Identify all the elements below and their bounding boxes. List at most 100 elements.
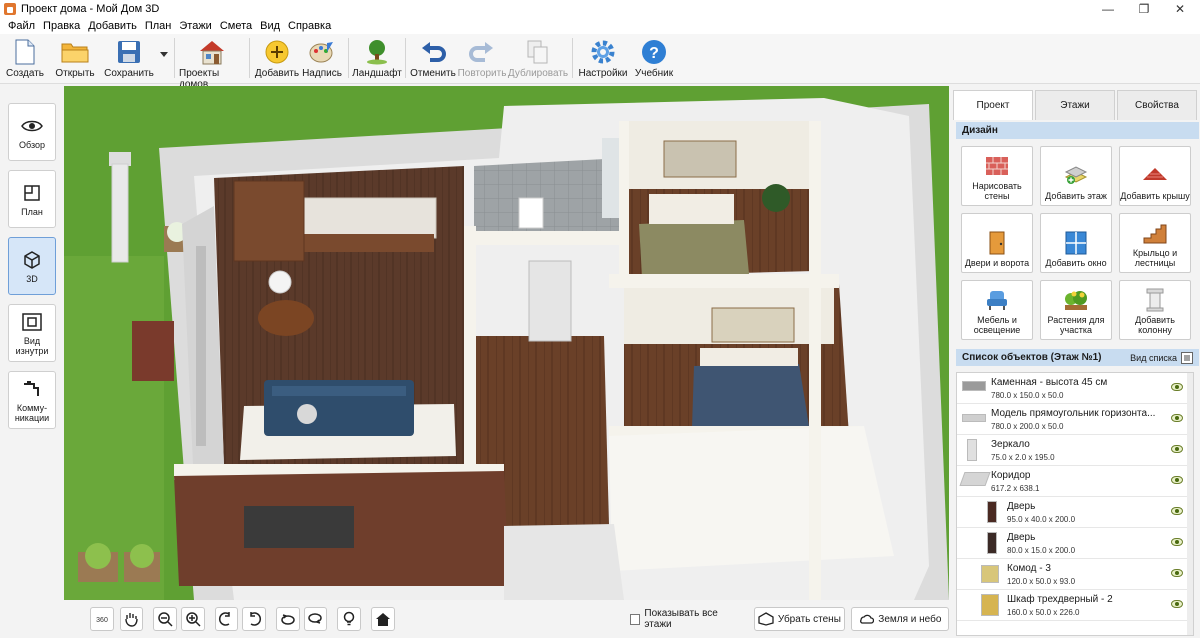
visibility-eye-icon[interactable] — [1171, 476, 1183, 484]
svg-text:?: ? — [649, 45, 659, 62]
inside-view-button[interactable]: Вид изнутри — [8, 304, 56, 362]
model-rectangle-icon — [962, 414, 986, 422]
tab-project[interactable]: Проект — [953, 90, 1033, 120]
furniture-lighting-button[interactable]: Мебель и освещение — [961, 280, 1033, 340]
wardrobe-icon — [981, 594, 999, 616]
plan-button[interactable]: План — [8, 170, 56, 228]
house-3d-render — [64, 86, 949, 600]
earth-sky-button[interactable]: Земля и небо — [850, 607, 950, 631]
add-button[interactable]: Добавить — [254, 34, 300, 82]
add-roof-button[interactable]: Добавить крышу — [1119, 146, 1191, 206]
paint-palette-icon — [308, 39, 336, 65]
object-list[interactable]: Каменная - высота 45 см 780.0 x 150.0 x … — [956, 372, 1194, 636]
cube-3d-icon — [19, 249, 45, 271]
zoom-in-button[interactable] — [180, 607, 205, 631]
tab-floors[interactable]: Этажи — [1035, 90, 1115, 120]
folder-icon — [61, 39, 89, 65]
visibility-eye-icon[interactable] — [1171, 569, 1183, 577]
list-item[interactable]: Комод - 3 120.0 x 50.0 x 93.0 — [957, 559, 1193, 590]
menu-file[interactable]: Файл — [4, 20, 39, 32]
add-window-button[interactable]: Добавить окно — [1040, 213, 1112, 273]
list-view-toggle[interactable]: Вид списка — [1130, 351, 1193, 364]
overview-button[interactable]: Обзор — [8, 103, 56, 161]
minimize-button[interactable]: — — [1090, 0, 1126, 18]
rotate-360-icon: 360 — [96, 617, 108, 624]
menu-view[interactable]: Вид — [256, 20, 284, 32]
rotate-left-button[interactable] — [214, 607, 239, 631]
zoom-out-button[interactable] — [153, 607, 177, 631]
menu-plan[interactable]: План — [141, 20, 176, 32]
add-floor-button[interactable]: Добавить этаж — [1040, 146, 1112, 206]
show-all-floors-checkbox[interactable] — [629, 613, 641, 625]
open-button[interactable]: Открыть — [50, 34, 100, 82]
toolbar: Создать Открыть Сохранить Проекты домов … — [0, 34, 1200, 90]
create-button[interactable]: Создать — [0, 34, 50, 82]
menu-add[interactable]: Добавить — [84, 20, 141, 32]
list-item[interactable]: Дверь 95.0 x 40.0 x 200.0 — [957, 497, 1193, 528]
caption-button[interactable]: Надпись — [300, 34, 344, 82]
tab-properties[interactable]: Свойства — [1117, 90, 1197, 120]
menu-bar: Файл Правка Добавить План Этажи Смета Ви… — [0, 18, 1200, 34]
redo-button[interactable]: Повторить — [456, 34, 508, 82]
settings-button[interactable]: Настройки — [577, 34, 629, 82]
add-column-button[interactable]: Добавить колонну — [1119, 280, 1191, 340]
list-item[interactable]: Модель прямоугольник горизонта... 780.0 … — [957, 404, 1193, 435]
maximize-button[interactable]: ❐ — [1126, 0, 1162, 18]
duplicate-button[interactable]: Дублировать — [508, 34, 568, 82]
list-item[interactable]: Коридор 617.2 x 638.1 — [957, 466, 1193, 497]
lighting-button[interactable] — [337, 607, 361, 631]
stone-object-icon — [962, 381, 986, 391]
visibility-eye-icon[interactable] — [1171, 445, 1183, 453]
tutorial-button[interactable]: ? Учебник — [629, 34, 679, 82]
list-item[interactable]: Зеркало 75.0 x 2.0 x 195.0 — [957, 435, 1193, 466]
light-bulb-icon — [343, 611, 355, 626]
visibility-eye-icon[interactable] — [1171, 383, 1183, 391]
undo-arrow-icon — [419, 39, 447, 65]
house-projects-button[interactable]: Проекты домов — [179, 34, 245, 90]
rotate-360-button[interactable]: 360 — [90, 607, 114, 631]
save-button[interactable]: Сохранить — [100, 34, 158, 82]
stairs-icon — [1142, 221, 1168, 245]
tilt-up-button[interactable] — [275, 607, 300, 631]
dresser-icon — [981, 565, 999, 583]
menu-help[interactable]: Справка — [284, 20, 335, 32]
roof-icon — [1142, 164, 1168, 188]
svg-text:360: 360 — [96, 617, 108, 624]
list-item[interactable]: Дверь 80.0 x 15.0 x 200.0 — [957, 528, 1193, 559]
tilt-down-button[interactable] — [303, 607, 328, 631]
pan-hand-button[interactable] — [119, 607, 144, 631]
remove-walls-button[interactable]: Убрать стены — [754, 607, 845, 631]
walls-icon — [758, 612, 774, 626]
zoom-in-icon — [186, 612, 201, 627]
close-button[interactable]: ✕ — [1162, 0, 1198, 18]
separator — [174, 38, 175, 78]
landscape-button[interactable]: Ландшафт — [352, 34, 402, 82]
garden-plants-button[interactable]: Растения для участка — [1040, 280, 1112, 340]
list-item[interactable]: Каменная - высота 45 см 780.0 x 150.0 x … — [957, 373, 1193, 404]
show-all-floors-option[interactable]: Показывать все этажи — [629, 608, 747, 630]
draw-walls-button[interactable]: Нарисовать стены — [961, 146, 1033, 206]
3d-view-button[interactable]: 3D — [8, 237, 56, 295]
eye-icon — [19, 115, 45, 137]
3d-viewport[interactable] — [64, 86, 949, 600]
visibility-eye-icon[interactable] — [1171, 507, 1183, 515]
menu-floors[interactable]: Этажи — [175, 20, 215, 32]
rotate-right-button[interactable] — [242, 607, 266, 631]
right-panel: Проект Этажи Свойства Дизайн Нарисовать … — [951, 86, 1200, 638]
save-dropdown-arrow[interactable] — [158, 34, 170, 82]
doors-gates-button[interactable]: Двери и ворота — [961, 213, 1033, 273]
object-list-scrollbar[interactable] — [1187, 373, 1193, 635]
undo-button[interactable]: Отменить — [410, 34, 456, 82]
tilt-up-icon — [281, 614, 295, 625]
visibility-eye-icon[interactable] — [1171, 414, 1183, 422]
menu-estimate[interactable]: Смета — [216, 20, 256, 32]
list-item[interactable]: Шкаф трехдверный - 2 160.0 x 50.0 x 226.… — [957, 590, 1193, 621]
home-view-button[interactable] — [370, 607, 395, 631]
visibility-eye-icon[interactable] — [1171, 538, 1183, 546]
utilities-button[interactable]: Комму-никации — [8, 371, 56, 429]
porch-stairs-button[interactable]: Крыльцо и лестницы — [1119, 213, 1191, 273]
visibility-eye-icon[interactable] — [1171, 600, 1183, 608]
gear-icon — [589, 39, 617, 65]
zoom-out-icon — [158, 612, 173, 627]
menu-edit[interactable]: Правка — [39, 20, 84, 32]
